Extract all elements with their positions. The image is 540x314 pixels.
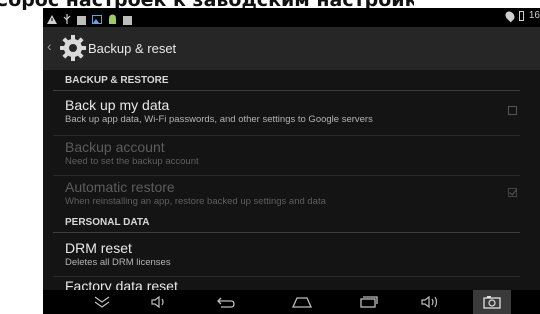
setting-backup-account: Backup account Need to set the backup ac…	[65, 139, 520, 167]
divider	[53, 175, 520, 176]
up-navigation-icon[interactable]: ‹	[47, 38, 52, 54]
automatic-restore-checkbox	[508, 188, 517, 197]
status-bar: 16	[43, 8, 540, 27]
setting-subtitle: Need to set the backup account	[65, 156, 199, 167]
section-header-personal-data: PERSONAL DATA	[53, 214, 520, 233]
home-button[interactable]	[287, 292, 317, 312]
settings-list: BACKUP & RESTORE Back up my data Back up…	[43, 70, 540, 294]
back-icon	[216, 295, 236, 309]
setting-title: DRM reset	[65, 240, 132, 256]
volume-down-icon	[150, 295, 168, 309]
hide-keyboard-icon	[93, 295, 111, 309]
back-button[interactable]	[211, 292, 241, 312]
backup-data-checkbox[interactable]	[508, 106, 517, 115]
divider	[53, 135, 520, 136]
setting-title: Backup account	[65, 139, 165, 155]
home-icon	[291, 295, 313, 309]
location-icon	[503, 9, 517, 22]
setting-title: Back up my data	[65, 97, 170, 113]
setting-drm-reset[interactable]: DRM reset Deletes all DRM licenses	[65, 240, 520, 268]
setting-subtitle: Back up app data, Wi-Fi passwords, and o…	[65, 114, 373, 125]
sd-icon	[123, 15, 132, 25]
device-screen: 16 ‹ Backup & reset BACKUP & RESTORE Bac…	[43, 8, 540, 314]
screenshot-button[interactable]	[473, 290, 511, 314]
hide-keyboard-button[interactable]	[87, 292, 117, 312]
setting-backup-data[interactable]: Back up my data Back up app data, Wi-Fi …	[65, 97, 520, 125]
page-title: Backup & reset	[88, 41, 177, 56]
section-header-backup-restore: BACKUP & RESTORE	[53, 72, 520, 91]
divider	[53, 276, 520, 277]
setting-title: Automatic restore	[65, 179, 175, 195]
gear-icon[interactable]	[58, 33, 88, 63]
setting-subtitle: Deletes all DRM licenses	[65, 257, 171, 268]
screenshot-icon	[77, 15, 86, 25]
clock: 16	[528, 10, 540, 21]
setting-subtitle: When reinstalling an app, restore backed…	[65, 196, 326, 207]
navigation-bar	[43, 290, 540, 314]
action-bar: ‹ Backup & reset	[43, 27, 540, 72]
camera-icon	[482, 295, 502, 309]
recents-button[interactable]	[353, 292, 383, 312]
volume-up-icon	[420, 295, 440, 309]
setting-automatic-restore: Automatic restore When reinstalling an a…	[65, 179, 520, 207]
recents-icon	[358, 295, 378, 309]
volume-up-button[interactable]	[415, 292, 445, 312]
volume-down-button[interactable]	[144, 292, 174, 312]
battery-icon	[518, 10, 524, 21]
